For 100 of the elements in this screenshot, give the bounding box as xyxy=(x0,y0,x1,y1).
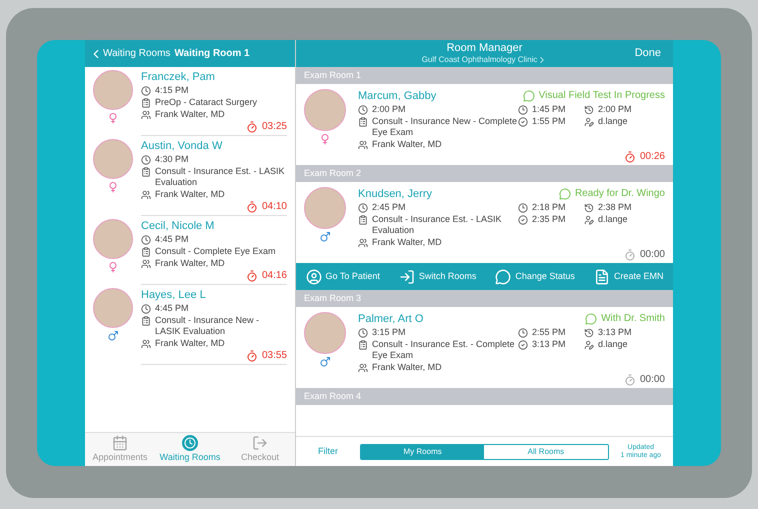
info-bubble-icon xyxy=(585,313,598,325)
elapsed-time: 03:25 xyxy=(262,121,287,133)
appointment-time: 2:45 PM xyxy=(372,202,406,213)
patient-name[interactable]: Franczek, Pam xyxy=(141,70,287,84)
visit-type: Consult - Insurance New - LASIK Evaluation xyxy=(155,315,260,337)
appointment-time: 4:45 PM xyxy=(155,303,189,314)
user-name: d.lange xyxy=(598,339,628,350)
clock-icon xyxy=(358,328,368,338)
patient-name[interactable]: Austin, Vonda W xyxy=(141,139,287,153)
people-icon xyxy=(358,363,368,373)
back-button[interactable]: Waiting Rooms xyxy=(89,46,170,61)
info-bubble-icon xyxy=(495,268,512,284)
tab[interactable]: Appointments xyxy=(85,433,155,466)
status-text: With Dr. Smith xyxy=(601,313,665,325)
check-circle-icon xyxy=(518,215,528,225)
visit-type: PreOp - Cataract Surgery xyxy=(155,97,258,108)
clock-icon xyxy=(518,203,528,213)
nav-title: Room Manager xyxy=(446,42,522,55)
calendar-icon xyxy=(112,434,128,451)
document-icon xyxy=(594,268,610,284)
clipboard-icon xyxy=(141,247,151,257)
patient-name[interactable]: Marcum, Gabby xyxy=(358,89,436,103)
avatar-placeholder xyxy=(93,288,133,328)
visit-type: Consult - Complete Eye Exam xyxy=(155,246,276,257)
patient-name[interactable]: Knudsen, Jerry xyxy=(358,187,432,201)
people-icon xyxy=(141,259,151,269)
person-icon xyxy=(306,268,322,284)
clipboard-icon xyxy=(141,167,151,177)
clipboard-icon xyxy=(358,215,368,225)
provider-name: Frank Walter, MD xyxy=(372,362,442,373)
segment[interactable]: My Rooms xyxy=(361,444,484,458)
appointment-time: 3:15 PM xyxy=(372,327,406,338)
user-name: d.lange xyxy=(598,214,628,225)
clock-icon xyxy=(141,155,151,165)
provider-name: Frank Walter, MD xyxy=(372,237,442,248)
clock-icon xyxy=(518,105,528,115)
event-time: 2:55 PM xyxy=(532,327,566,338)
action-button[interactable]: Change Status xyxy=(495,268,575,284)
people-icon xyxy=(358,238,368,248)
event-time: 1:55 PM xyxy=(532,116,566,127)
patient-name[interactable]: Palmer, Art O xyxy=(358,312,424,326)
room-header: Exam Room 2 xyxy=(296,165,673,182)
clock-icon xyxy=(358,203,368,213)
visit-type: Consult - Insurance New - Complete Eye Exam xyxy=(372,116,518,138)
filter-button[interactable]: Filter xyxy=(308,444,348,458)
people-icon xyxy=(141,110,151,120)
event-time: 3:13 PM xyxy=(598,327,632,338)
avatar-placeholder xyxy=(304,187,346,229)
event-time: 2:18 PM xyxy=(532,202,566,213)
appointment-time: 4:45 PM xyxy=(155,234,189,245)
tab[interactable]: Waiting Rooms xyxy=(155,433,225,466)
provider-name: Frank Walter, MD xyxy=(155,258,225,269)
avatar-placeholder xyxy=(304,312,346,354)
people-icon xyxy=(141,190,151,200)
provider-name: Frank Walter, MD xyxy=(372,139,442,150)
provider-name: Frank Walter, MD xyxy=(155,189,225,200)
elapsed-time: 00:00 xyxy=(640,249,665,261)
room-header: Exam Room 3 xyxy=(296,290,673,307)
status-text: Visual Field Test In Progress xyxy=(538,90,665,102)
clipboard-icon xyxy=(141,316,151,326)
user-edit-icon xyxy=(584,340,594,350)
tab[interactable]: Checkout xyxy=(225,433,295,466)
event-time: 2:35 PM xyxy=(532,214,566,225)
provider-name: Frank Walter, MD xyxy=(155,109,225,120)
exit-icon xyxy=(252,434,268,451)
room-header: Exam Room 1 xyxy=(296,67,673,84)
history-icon xyxy=(584,105,594,115)
provider-name: Frank Walter, MD xyxy=(155,338,225,349)
done-button[interactable]: Done xyxy=(634,45,662,62)
user-name: d.lange xyxy=(598,116,628,127)
action-button[interactable]: Go To Patient xyxy=(306,268,380,284)
event-time: 2:38 PM xyxy=(598,202,632,213)
clock-icon xyxy=(358,105,368,115)
action-button[interactable]: Create EMN xyxy=(594,268,664,284)
info-bubble-icon xyxy=(558,188,571,200)
patient-name[interactable]: Cecil, Nicole M xyxy=(141,219,287,233)
people-icon xyxy=(141,339,151,349)
nav-title: Waiting Room 1 xyxy=(174,47,250,61)
event-time: 3:13 PM xyxy=(532,339,566,350)
visit-type: Consult - Insurance Est. - LASIK Evaluation xyxy=(372,214,503,236)
status-text: Ready for Dr. Wingo xyxy=(574,188,665,200)
history-icon xyxy=(584,328,594,338)
patient-name[interactable]: Hayes, Lee L xyxy=(141,288,287,302)
appointment-time: 4:15 PM xyxy=(155,85,189,96)
avatar-placeholder xyxy=(93,139,133,179)
clock-icon xyxy=(141,86,151,96)
room-header: Exam Room 4 xyxy=(296,388,673,405)
clock-icon xyxy=(182,434,198,451)
avatar-placeholder xyxy=(304,89,346,131)
clinic-link[interactable]: Gulf Coast Ophthalmology Clinic xyxy=(422,55,548,65)
appointment-time: 4:30 PM xyxy=(155,154,189,165)
appointment-time: 2:00 PM xyxy=(372,104,406,115)
switch-icon xyxy=(398,268,415,284)
elapsed-time: 00:26 xyxy=(640,151,665,163)
clock-icon xyxy=(518,328,528,338)
action-button[interactable]: Switch Rooms xyxy=(398,268,476,284)
avatar-placeholder xyxy=(93,219,133,259)
info-bubble-icon xyxy=(522,90,535,102)
elapsed-time: 00:00 xyxy=(640,374,665,386)
user-edit-icon xyxy=(584,117,594,127)
